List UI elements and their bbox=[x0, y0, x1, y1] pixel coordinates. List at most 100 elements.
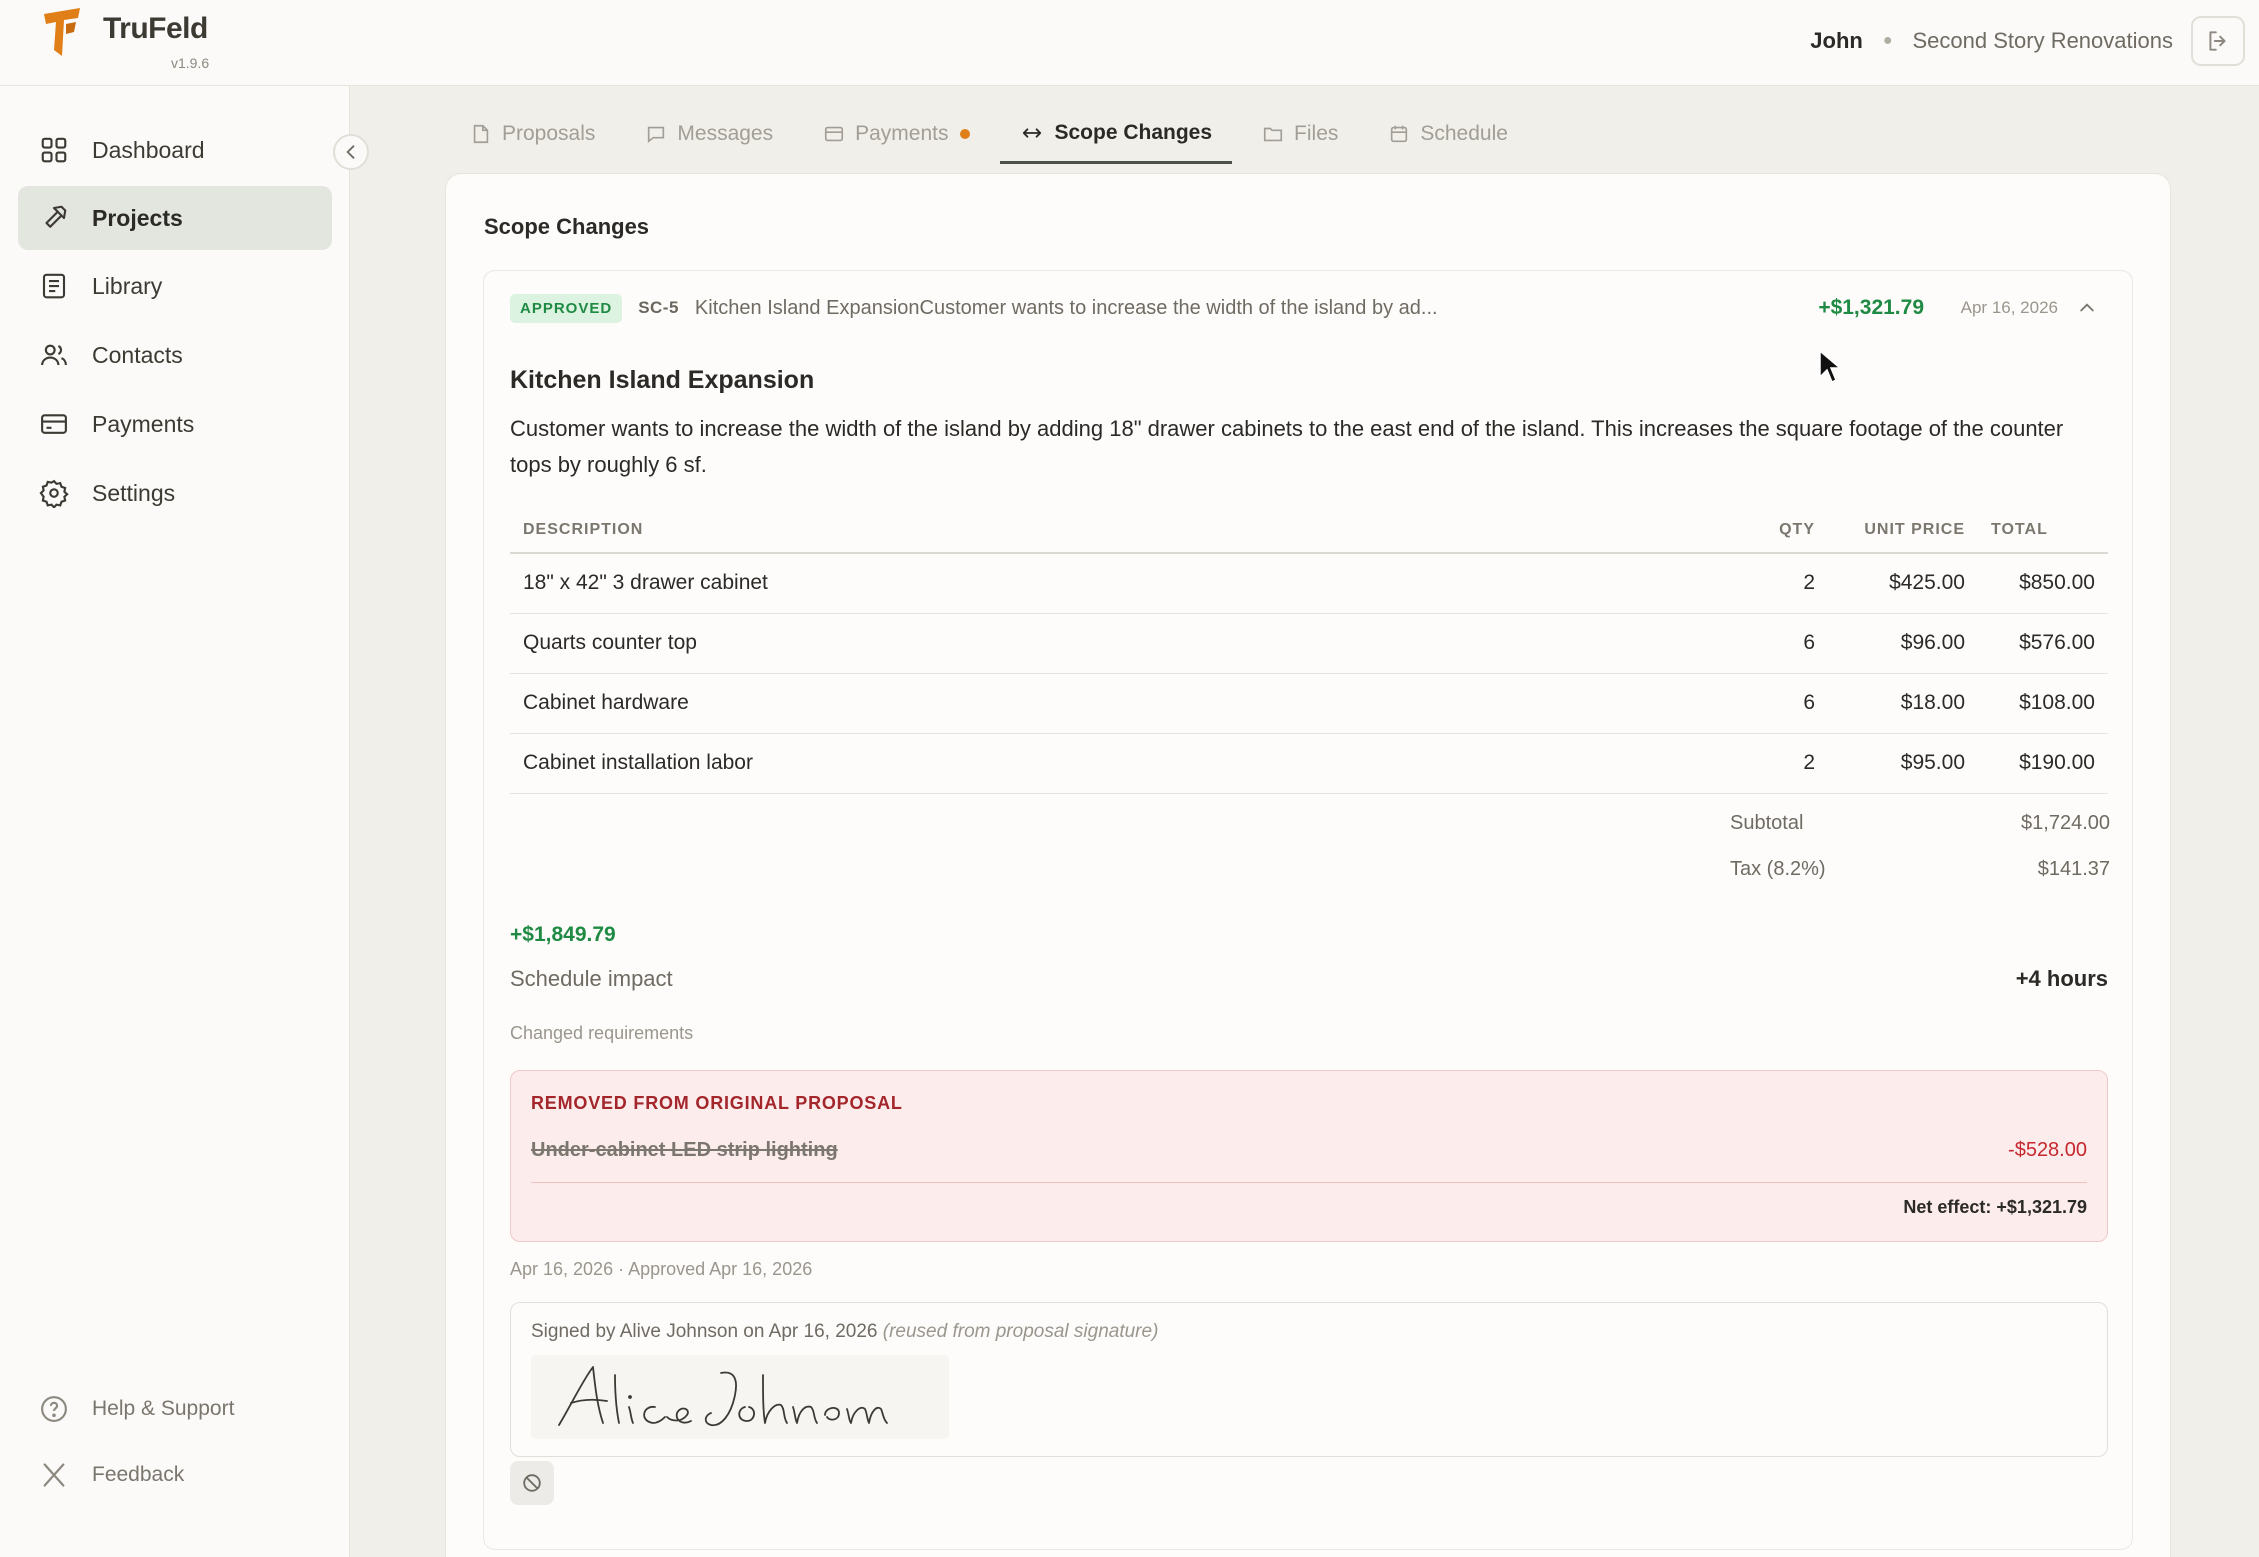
chevron-left-icon bbox=[346, 145, 355, 159]
users-icon bbox=[38, 339, 70, 371]
item-qty: 2 bbox=[1748, 553, 1828, 614]
tab-scope-changes[interactable]: Scope Changes bbox=[1000, 104, 1233, 164]
scope-change-description: Customer wants to increase the width of … bbox=[510, 416, 2064, 477]
tab-schedule[interactable]: Schedule bbox=[1368, 104, 1528, 164]
changed-requirements-label: Changed requirements bbox=[510, 1023, 694, 1043]
sidebar-item-projects[interactable]: Projects bbox=[18, 186, 332, 250]
chevron-up-icon[interactable] bbox=[2074, 295, 2100, 321]
schedule-impact-value: +4 hours bbox=[2015, 966, 2108, 991]
tax-value: $141.37 bbox=[2037, 858, 2110, 880]
book-icon bbox=[38, 270, 70, 302]
item-total: $190.00 bbox=[1978, 733, 2108, 794]
scope-change-date: Apr 16, 2026 bbox=[1960, 298, 2058, 317]
divider bbox=[531, 1182, 2087, 1183]
arrows-horizontal-icon bbox=[1020, 122, 1044, 144]
sidebar-item-label: Library bbox=[92, 272, 163, 299]
feedback-link[interactable]: Feedback bbox=[38, 1459, 184, 1491]
notification-dot bbox=[960, 129, 971, 139]
user-name[interactable]: John bbox=[1810, 28, 1863, 54]
column-header-qty: QTY bbox=[1748, 507, 1828, 554]
sidebar-item-label: Projects bbox=[92, 204, 183, 231]
table-row: Cabinet installation labor 2 $95.00 $190… bbox=[510, 733, 2108, 794]
scope-change-header[interactable]: APPROVED SC-5 Kitchen Island ExpansionCu… bbox=[510, 291, 2110, 325]
scope-change-summary: Kitchen Island ExpansionCustomer wants t… bbox=[694, 296, 1438, 319]
signature-note: (reused from proposal signature) bbox=[882, 1321, 1159, 1342]
grid-icon bbox=[38, 134, 70, 166]
net-effect: Net effect: +$1,321.79 bbox=[1903, 1197, 2087, 1217]
card-icon bbox=[823, 123, 845, 145]
tab-label: Messages bbox=[677, 122, 774, 145]
top-bar: TruFeld v1.9.6 John ● Second Story Renov… bbox=[0, 0, 2259, 86]
item-unit-price: $425.00 bbox=[1828, 553, 1978, 614]
tab-files[interactable]: Files bbox=[1242, 104, 1358, 164]
schedule-impact-label: Schedule impact bbox=[510, 966, 673, 991]
table-row: 18" x 42" 3 drawer cabinet 2 $425.00 $85… bbox=[510, 553, 2108, 614]
item-unit-price: $96.00 bbox=[1828, 613, 1978, 674]
tab-label: Scope Changes bbox=[1054, 120, 1213, 144]
table-row: Quarts counter top 6 $96.00 $576.00 bbox=[510, 613, 2108, 674]
sidebar-item-label: Contacts bbox=[92, 341, 183, 368]
item-description: Quarts counter top bbox=[510, 613, 1748, 674]
logout-icon bbox=[2209, 31, 2226, 51]
tab-payments[interactable]: Payments bbox=[803, 104, 990, 164]
sidebar-item-label: Settings bbox=[92, 479, 176, 506]
collapse-sidebar-button[interactable] bbox=[333, 134, 369, 170]
scope-change-title: Kitchen Island Expansion bbox=[510, 366, 815, 394]
item-total: $850.00 bbox=[1978, 553, 2108, 614]
grand-total: +$1,849.79 bbox=[510, 923, 616, 946]
mouse-cursor-icon bbox=[1819, 349, 1842, 384]
status-badge: APPROVED bbox=[510, 293, 623, 323]
x-logo-icon bbox=[38, 1459, 70, 1491]
brand-name: TruFeld bbox=[103, 12, 208, 45]
approval-meta: Apr 16, 2026 · Approved Apr 16, 2026 bbox=[510, 1259, 813, 1279]
scope-change-amount: +$1,321.79 bbox=[1818, 296, 1924, 319]
app-version: v1.9.6 bbox=[171, 55, 210, 71]
table-header-row: DESCRIPTION QTY UNIT PRICE TOTAL bbox=[510, 507, 2108, 554]
item-qty: 2 bbox=[1748, 733, 1828, 794]
item-qty: 6 bbox=[1748, 673, 1828, 734]
signature-caption-text: Signed by Alive Johnson on Apr 16, 2026 bbox=[531, 1321, 878, 1342]
line-items-table: DESCRIPTION QTY UNIT PRICE TOTAL 18" x 4… bbox=[510, 507, 2108, 794]
sidebar-item-label: Dashboard bbox=[92, 136, 205, 163]
item-description: 18" x 42" 3 drawer cabinet bbox=[510, 553, 1748, 614]
sidebar-item-settings[interactable]: Settings bbox=[18, 461, 332, 525]
logout-button[interactable] bbox=[2191, 16, 2245, 66]
chat-icon bbox=[645, 123, 667, 145]
tab-proposals[interactable]: Proposals bbox=[450, 104, 615, 164]
item-total: $108.00 bbox=[1978, 673, 2108, 734]
tab-messages[interactable]: Messages bbox=[625, 104, 793, 164]
column-header-description: DESCRIPTION bbox=[510, 507, 1748, 554]
sidebar: Dashboard Projects Library Contacts Paym… bbox=[0, 86, 350, 1557]
item-unit-price: $18.00 bbox=[1828, 673, 1978, 734]
removed-items-box: REMOVED FROM ORIGINAL PROPOSAL Under-cab… bbox=[510, 1070, 2108, 1242]
column-header-total: TOTAL bbox=[1978, 507, 2108, 554]
item-unit-price: $95.00 bbox=[1828, 733, 1978, 794]
help-support-link[interactable]: Help & Support bbox=[38, 1393, 234, 1425]
signature-box: Signed by Alive Johnson on Apr 16, 2026 … bbox=[510, 1302, 2108, 1457]
sidebar-item-contacts[interactable]: Contacts bbox=[18, 323, 332, 387]
item-description: Cabinet installation labor bbox=[510, 733, 1748, 794]
scope-changes-panel: Scope Changes APPROVED SC-5 Kitchen Isla… bbox=[445, 173, 2171, 1557]
file-tag-icon bbox=[470, 123, 492, 145]
tab-label: Files bbox=[1294, 122, 1339, 145]
help-support-label: Help & Support bbox=[92, 1397, 235, 1420]
scope-change-card: APPROVED SC-5 Kitchen Island ExpansionCu… bbox=[483, 270, 2133, 1550]
item-total: $576.00 bbox=[1978, 613, 2108, 674]
subtotal-label: Subtotal bbox=[1730, 812, 1804, 834]
removed-item: Under-cabinet LED strip lighting bbox=[531, 1139, 838, 1161]
calendar-icon bbox=[1388, 123, 1410, 145]
scope-change-code: SC-5 bbox=[638, 298, 679, 317]
revoke-button[interactable] bbox=[510, 1461, 554, 1505]
signature-image bbox=[531, 1355, 949, 1439]
item-qty: 6 bbox=[1748, 613, 1828, 674]
column-header-unit-price: UNIT PRICE bbox=[1828, 507, 1978, 554]
tab-label: Payments bbox=[855, 122, 949, 145]
credit-card-icon bbox=[38, 408, 70, 440]
tax-label: Tax (8.2%) bbox=[1730, 858, 1826, 880]
sidebar-item-library[interactable]: Library bbox=[18, 254, 332, 318]
separator-dot: ● bbox=[1882, 32, 1893, 49]
organization-name[interactable]: Second Story Renovations bbox=[1913, 28, 2174, 54]
sidebar-item-payments[interactable]: Payments bbox=[18, 392, 332, 456]
sidebar-item-dashboard[interactable]: Dashboard bbox=[18, 118, 332, 182]
section-title: Scope Changes bbox=[484, 214, 650, 239]
